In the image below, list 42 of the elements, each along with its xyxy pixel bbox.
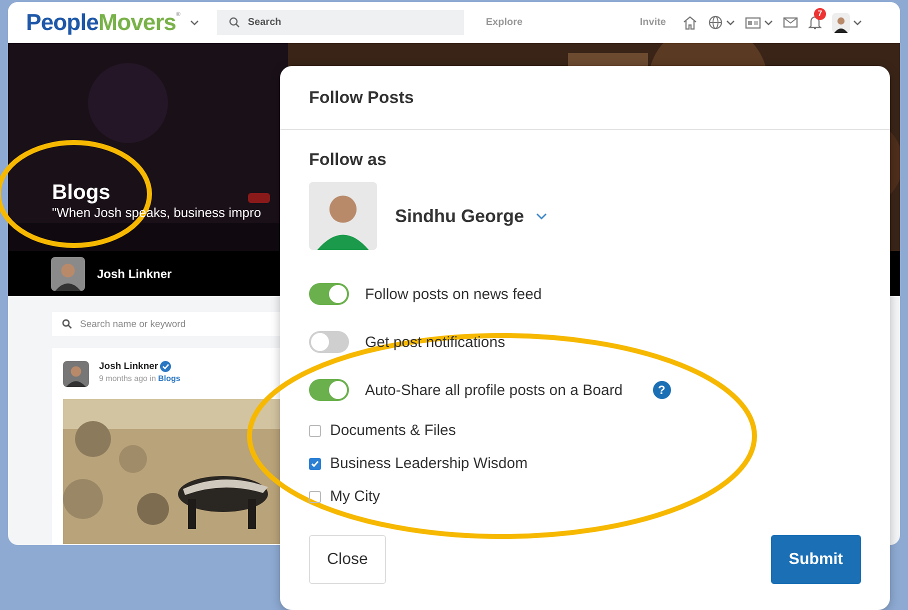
toggle-switch[interactable] <box>309 283 349 305</box>
globe-icon[interactable] <box>708 15 723 30</box>
author-name[interactable]: Josh Linkner <box>97 266 172 280</box>
checkbox-label: Documents & Files <box>330 422 456 439</box>
caret-icon <box>764 20 773 26</box>
id-card-icon[interactable] <box>745 16 761 28</box>
help-icon[interactable]: ? <box>652 381 671 399</box>
avatar <box>63 361 89 387</box>
account-dropdown[interactable]: Sindhu George <box>395 206 548 226</box>
caret-icon <box>726 20 735 26</box>
search-field[interactable]: Search name or keyword <box>52 312 280 336</box>
avatar[interactable] <box>832 12 850 32</box>
caret-icon <box>853 20 862 26</box>
section-label: Follow as <box>309 150 388 170</box>
avatar <box>51 256 85 290</box>
submit-button[interactable]: Submit <box>770 535 861 584</box>
check-icon <box>310 458 320 468</box>
close-button[interactable]: Close <box>309 535 386 584</box>
notification-badge: 7 <box>814 8 826 20</box>
checkbox[interactable] <box>309 458 321 470</box>
author-name[interactable]: Josh Linkner <box>99 361 158 372</box>
search-icon <box>228 17 240 28</box>
toggle-switch[interactable] <box>309 331 349 353</box>
dialog-title: Follow Posts <box>280 66 890 130</box>
post-meta: 9 months ago in Blogs <box>99 374 180 383</box>
search-icon <box>62 319 72 329</box>
toggle-switch[interactable] <box>309 379 349 401</box>
search-field[interactable]: Search <box>216 10 464 35</box>
board-link[interactable]: Blogs <box>158 374 180 383</box>
mail-icon[interactable] <box>783 17 798 28</box>
caret-icon <box>536 212 548 220</box>
toggle-label: Follow posts on news feed <box>365 286 542 302</box>
checkbox[interactable] <box>309 424 321 436</box>
home-icon[interactable] <box>682 15 698 30</box>
toggle-label: Auto-Share all profile posts on a Board <box>365 382 623 398</box>
page-title: Blogs <box>52 181 112 205</box>
checkbox[interactable] <box>309 490 321 502</box>
checkbox-label: My City <box>330 488 380 505</box>
avatar <box>309 182 377 250</box>
bell-icon[interactable] <box>808 15 822 30</box>
caret-icon <box>190 20 199 26</box>
checkbox-label: Business Leadership Wisdom <box>330 455 528 472</box>
